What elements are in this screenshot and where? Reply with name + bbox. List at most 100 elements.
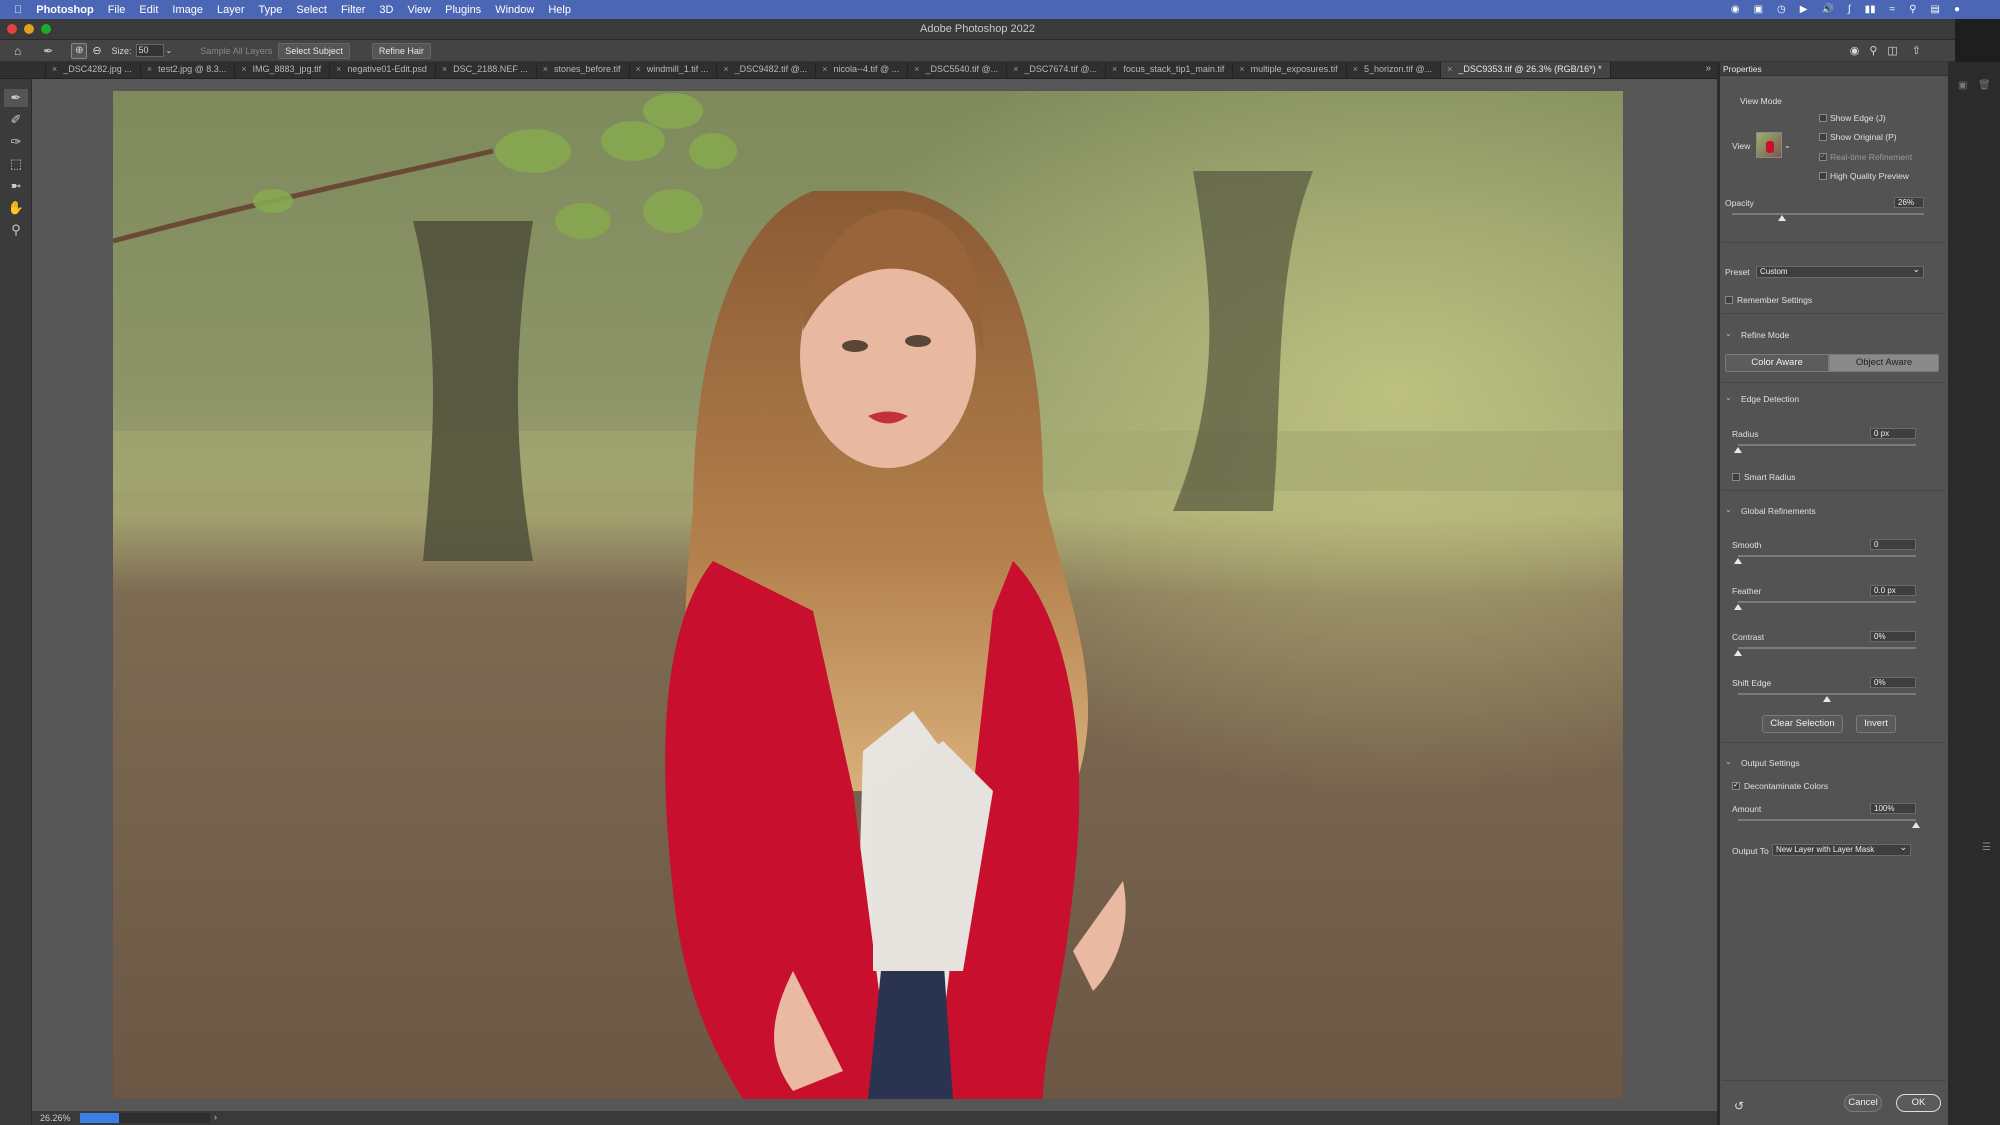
- amount-slider-thumb[interactable]: [1912, 822, 1920, 828]
- time-machine-icon[interactable]: ◷: [1777, 4, 1786, 15]
- contrast-input[interactable]: 0%: [1870, 631, 1916, 642]
- menu-plugins[interactable]: Plugins: [445, 4, 481, 16]
- play-icon[interactable]: ▶: [1800, 4, 1808, 15]
- object-selection-tool-icon[interactable]: ⬚: [4, 155, 28, 173]
- more-tabs-icon[interactable]: »: [1699, 62, 1717, 78]
- cancel-button[interactable]: Cancel: [1844, 1094, 1882, 1112]
- menu-3d[interactable]: 3D: [379, 4, 393, 16]
- zoom-level[interactable]: 26.26%: [40, 1113, 71, 1123]
- shift-edge-slider-thumb[interactable]: [1823, 696, 1831, 702]
- document-tab[interactable]: × multiple_exposures.tif: [1233, 62, 1347, 78]
- shift-edge-slider-track[interactable]: [1738, 693, 1916, 695]
- menu-filter[interactable]: Filter: [341, 4, 365, 16]
- close-tab-icon[interactable]: ×: [1013, 64, 1018, 74]
- volume-icon[interactable]: 🔊: [1821, 4, 1833, 15]
- minimize-window-button[interactable]: [24, 24, 34, 34]
- feather-slider-thumb[interactable]: [1734, 604, 1742, 610]
- add-to-selection-icon[interactable]: ⊕: [71, 42, 88, 59]
- amount-slider-track[interactable]: [1738, 819, 1916, 821]
- display-icon[interactable]: ▣: [1754, 4, 1763, 15]
- menu-help[interactable]: Help: [548, 4, 571, 16]
- smooth-input[interactable]: 0: [1870, 539, 1916, 550]
- close-tab-icon[interactable]: ×: [543, 64, 548, 74]
- close-tab-icon[interactable]: ×: [636, 64, 641, 74]
- contrast-slider-track[interactable]: [1738, 647, 1916, 649]
- output-settings-chevron-icon[interactable]: ⌄: [1725, 757, 1732, 766]
- document-tab[interactable]: × DSC_2188.NEF ...: [436, 62, 537, 78]
- close-tab-icon[interactable]: ×: [1447, 64, 1452, 74]
- panel-menu-icon[interactable]: ☰: [1982, 842, 1991, 853]
- search-icon[interactable]: ⚲: [1869, 44, 1877, 57]
- invert-button[interactable]: Invert: [1856, 715, 1896, 733]
- sample-all-layers-checkbox[interactable]: Sample All Layers: [200, 46, 272, 56]
- subtract-from-selection-icon[interactable]: ⊖: [92, 44, 101, 57]
- high-quality-preview-checkbox[interactable]: [1819, 172, 1827, 180]
- apple-icon[interactable]: : [14, 4, 22, 16]
- document-tab[interactable]: × _DSC9482.tif @...: [717, 62, 817, 78]
- clear-selection-button[interactable]: Clear Selection: [1762, 715, 1843, 733]
- output-to-select[interactable]: New Layer with Layer Mask: [1772, 842, 1911, 856]
- close-tab-icon[interactable]: ×: [1239, 64, 1244, 74]
- battery-icon[interactable]: ▮▮: [1865, 4, 1876, 15]
- contrast-slider-thumb[interactable]: [1734, 650, 1742, 656]
- feather-input[interactable]: 0.0 px: [1870, 585, 1916, 596]
- close-tab-icon[interactable]: ×: [822, 64, 827, 74]
- close-tab-icon[interactable]: ×: [336, 64, 341, 74]
- remember-settings-checkbox[interactable]: [1725, 296, 1733, 304]
- brush-preset-icon[interactable]: ✒: [43, 44, 53, 58]
- share-icon[interactable]: ⇧: [1912, 44, 1921, 57]
- search-icon[interactable]: ⚲: [1909, 4, 1916, 15]
- show-original-checkbox[interactable]: [1819, 133, 1827, 141]
- close-tab-icon[interactable]: ×: [52, 64, 57, 74]
- hand-tool-icon[interactable]: ✋: [4, 199, 28, 217]
- select-subject-button[interactable]: Select Subject: [278, 42, 350, 59]
- feather-slider-track[interactable]: [1738, 601, 1916, 603]
- document-tab[interactable]: × windmill_1.tif ...: [630, 62, 718, 78]
- close-tab-icon[interactable]: ×: [442, 64, 447, 74]
- menu-type[interactable]: Type: [259, 4, 283, 16]
- close-window-button[interactable]: [7, 24, 17, 34]
- menu-edit[interactable]: Edit: [139, 4, 158, 16]
- bluetooth-icon[interactable]: ∫: [1848, 4, 1851, 15]
- close-tab-icon[interactable]: ×: [241, 64, 246, 74]
- opacity-input[interactable]: 26%: [1894, 197, 1924, 208]
- menu-view[interactable]: View: [407, 4, 431, 16]
- document-tab[interactable]: × focus_stack_tip1_main.tif: [1106, 62, 1234, 78]
- smooth-slider-track[interactable]: [1738, 555, 1916, 557]
- preset-select[interactable]: Custom: [1756, 264, 1924, 278]
- document-tab[interactable]: × _DSC4282.jpg ...: [46, 62, 141, 78]
- close-tab-icon[interactable]: ×: [147, 64, 152, 74]
- siri-icon[interactable]: ●: [1954, 4, 1960, 15]
- document-tab[interactable]: × IMG_8883_jpg.tif: [235, 62, 331, 78]
- document-tab[interactable]: × stones_before.tif: [537, 62, 630, 78]
- zoom-tool-icon[interactable]: ⚲: [4, 221, 28, 239]
- size-input[interactable]: 50: [135, 44, 164, 57]
- close-tab-icon[interactable]: ×: [723, 64, 728, 74]
- radius-input[interactable]: 0 px: [1870, 428, 1916, 439]
- color-aware-button[interactable]: Color Aware: [1725, 354, 1829, 372]
- radius-slider-track[interactable]: [1738, 444, 1916, 446]
- close-tab-icon[interactable]: ×: [1353, 64, 1358, 74]
- document-tab[interactable]: × test2.jpg @ 8.3...: [141, 62, 236, 78]
- shift-edge-input[interactable]: 0%: [1870, 677, 1916, 688]
- close-tab-icon[interactable]: ×: [914, 64, 919, 74]
- control-center-icon[interactable]: ▤: [1931, 4, 1940, 15]
- menu-window[interactable]: Window: [495, 4, 534, 16]
- wifi-icon[interactable]: ≈: [1890, 4, 1896, 15]
- radius-slider-thumb[interactable]: [1734, 447, 1742, 453]
- shield-icon[interactable]: ◉: [1731, 4, 1740, 15]
- refine-hair-button[interactable]: Refine Hair: [371, 42, 431, 59]
- dock-panel-icon[interactable]: ▣: [1958, 80, 1967, 91]
- quick-selection-tool-icon[interactable]: ✒: [4, 89, 28, 107]
- lasso-tool-icon[interactable]: ➼: [4, 177, 28, 195]
- size-dropdown-icon[interactable]: ⌄: [166, 46, 173, 55]
- smart-radius-checkbox[interactable]: [1732, 473, 1740, 481]
- ok-button[interactable]: OK: [1896, 1094, 1941, 1112]
- opacity-slider-track[interactable]: [1732, 213, 1924, 215]
- document-tab[interactable]: × 5_horizon.tif @...: [1347, 62, 1442, 78]
- reset-icon[interactable]: ↺: [1734, 1099, 1744, 1113]
- global-refinements-chevron-icon[interactable]: ⌄: [1725, 505, 1732, 514]
- show-edge-checkbox[interactable]: [1819, 114, 1827, 122]
- document-tab[interactable]: × negative01-Edit.psd: [330, 62, 436, 78]
- object-aware-button[interactable]: Object Aware: [1829, 354, 1939, 372]
